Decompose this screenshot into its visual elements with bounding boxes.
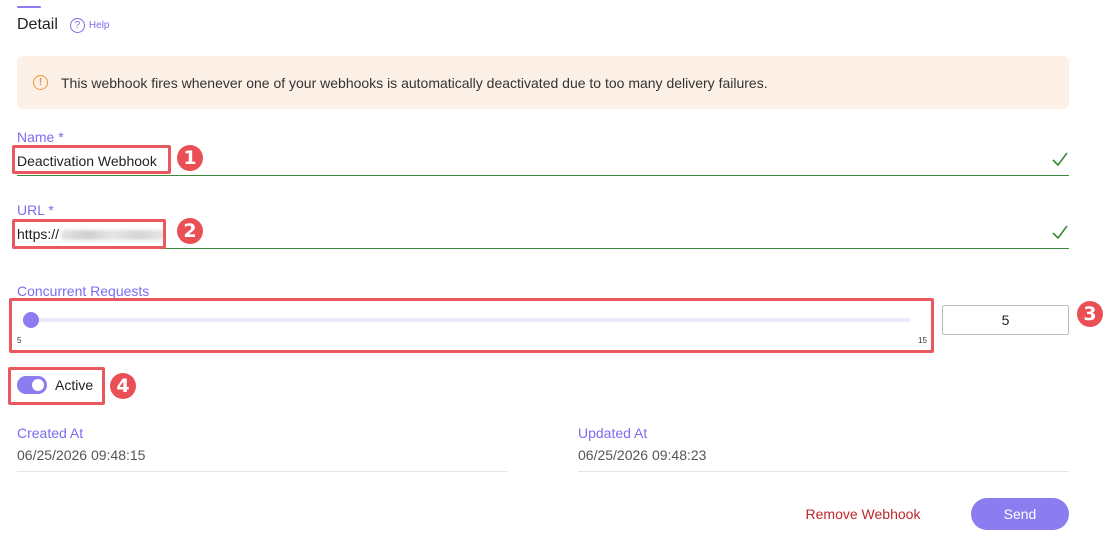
url-value: https://: [17, 225, 166, 242]
updated-at-label: Updated At: [578, 425, 648, 441]
annotation-marker-4: 4: [110, 373, 136, 399]
active-toggle[interactable]: Active: [17, 376, 93, 394]
name-value: Deactivation Webhook: [17, 152, 157, 169]
created-at-label: Created At: [17, 425, 84, 441]
slider-max-label: 15: [918, 336, 927, 345]
warning-circle-icon: !: [33, 75, 48, 90]
concurrent-requests-slider[interactable]: 5 15: [17, 305, 927, 345]
page-title: Detail: [17, 16, 58, 33]
annotation-marker-1: 1: [177, 145, 203, 171]
name-label: Name *: [17, 129, 64, 145]
name-field[interactable]: Deactivation Webhook: [17, 146, 1069, 176]
banner-text: This webhook fires whenever one of your …: [61, 74, 768, 91]
help-label: Help: [88, 19, 110, 31]
toggle-knob: [32, 379, 44, 391]
url-field[interactable]: https://: [17, 219, 1069, 249]
url-label: URL *: [17, 202, 54, 218]
slider-min-label: 5: [17, 336, 22, 345]
slider-thumb[interactable]: [23, 312, 39, 328]
send-button[interactable]: Send: [971, 498, 1069, 530]
created-at-value: 06/25/2026 09:48:15: [17, 447, 146, 463]
check-icon: [1052, 225, 1068, 240]
annotation-marker-3: 3: [1077, 301, 1103, 327]
page-header: Detail ? Help: [17, 16, 109, 34]
annotation-marker-2: 2: [177, 218, 203, 244]
divider: [578, 471, 1069, 472]
toggle-switch[interactable]: [17, 376, 47, 394]
info-banner: ! This webhook fires whenever one of you…: [17, 56, 1069, 109]
slider-track[interactable]: [23, 318, 911, 322]
concurrent-requests-input[interactable]: 5: [942, 305, 1069, 335]
divider: [17, 471, 508, 472]
concurrent-requests-label: Concurrent Requests: [17, 283, 150, 299]
url-prefix: https://: [17, 225, 60, 242]
remove-webhook-button[interactable]: Remove Webhook: [796, 498, 930, 530]
redacted-url: [61, 229, 166, 240]
active-label: Active: [55, 377, 94, 393]
check-icon: [1052, 152, 1068, 167]
updated-at-value: 06/25/2026 09:48:23: [578, 447, 707, 463]
tab-indicator: [17, 6, 41, 8]
help-link[interactable]: ? Help: [69, 17, 110, 33]
question-circle-icon: ?: [69, 17, 85, 33]
